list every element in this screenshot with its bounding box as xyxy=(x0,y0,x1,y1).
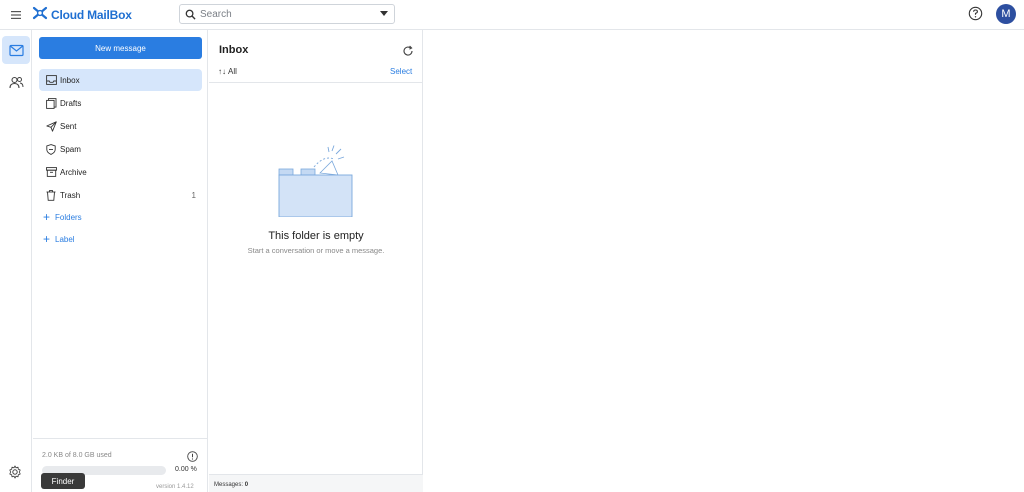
envelope-icon xyxy=(8,44,24,57)
mail-app: Cloud MailBox M New message xyxy=(0,0,1024,492)
add-folder-label: Folders xyxy=(55,212,82,222)
new-message-button[interactable]: New message xyxy=(39,37,202,59)
empty-state-subtitle: Start a conversation or move a message. xyxy=(247,246,385,255)
plus-icon: + xyxy=(43,232,51,246)
add-label-link[interactable]: + Label xyxy=(43,232,75,246)
search-icon xyxy=(185,9,196,20)
divider xyxy=(209,82,423,83)
version-text: version 1.4.12 xyxy=(156,484,194,490)
folder-sidebar: New message Inbox Drafts Sent Spam Archi… xyxy=(33,30,208,492)
folder-count: 1 xyxy=(191,190,196,200)
archive-icon xyxy=(45,166,57,178)
list-title: Inbox xyxy=(219,44,249,56)
drafts-icon xyxy=(45,97,57,109)
folder-drafts[interactable]: Drafts xyxy=(39,92,202,114)
sort-filter[interactable]: ↑↓ All xyxy=(218,67,237,76)
add-folder-link[interactable]: + Folders xyxy=(43,210,82,224)
folder-label: Drafts xyxy=(60,98,82,108)
avatar[interactable]: M xyxy=(996,4,1016,24)
help-icon[interactable] xyxy=(968,6,983,21)
empty-folder-illustration xyxy=(278,145,354,218)
brand-name: Cloud MailBox xyxy=(51,8,132,22)
filter-label: All xyxy=(228,67,237,76)
messages-count: Messages: 0 xyxy=(214,482,248,488)
search-input[interactable] xyxy=(200,8,370,20)
message-list-pane: Inbox ↑↓ All Select This folder is empty… xyxy=(209,30,423,492)
list-footer: Messages: 0 xyxy=(209,474,423,492)
folder-label: Trash xyxy=(60,190,81,200)
logo-icon xyxy=(32,5,48,26)
add-label-label: Label xyxy=(55,234,75,244)
rail-mail-button[interactable] xyxy=(2,36,30,64)
folder-trash[interactable]: Trash 1 xyxy=(39,184,202,206)
menu-icon[interactable] xyxy=(9,8,23,22)
folder-label: Sent xyxy=(60,121,77,131)
gear-icon[interactable] xyxy=(8,465,22,479)
folder-sent[interactable]: Sent xyxy=(39,115,202,137)
folder-label: Spam xyxy=(60,144,81,154)
folder-archive[interactable]: Archive xyxy=(39,161,202,183)
info-icon[interactable] xyxy=(187,449,198,462)
send-icon xyxy=(45,120,57,132)
storage-used-text: 2.0 KB of 8.0 GB used xyxy=(42,452,112,459)
search-box[interactable] xyxy=(179,4,395,24)
folder-label: Archive xyxy=(60,167,87,177)
trash-icon xyxy=(45,189,57,201)
folder-inbox[interactable]: Inbox xyxy=(39,69,202,91)
empty-state-title: This folder is empty xyxy=(268,230,364,242)
brand-logo[interactable]: Cloud MailBox xyxy=(32,5,132,25)
reading-pane xyxy=(424,30,1024,492)
people-icon xyxy=(8,76,24,89)
select-link[interactable]: Select xyxy=(390,67,412,76)
plus-icon: + xyxy=(43,210,51,224)
rail-contacts-button[interactable] xyxy=(2,68,30,96)
sort-icon: ↑↓ xyxy=(218,67,226,76)
tooltip: Finder xyxy=(41,473,85,489)
top-bar: Cloud MailBox M xyxy=(0,0,1024,30)
inbox-icon xyxy=(45,74,57,86)
app-rail xyxy=(0,30,32,492)
messages-label: Messages: xyxy=(214,482,244,488)
messages-count-value: 0 xyxy=(244,482,249,488)
folder-label: Inbox xyxy=(60,75,80,85)
storage-percent: 0.00 % xyxy=(175,466,197,473)
chevron-down-icon[interactable] xyxy=(380,11,388,16)
refresh-icon[interactable] xyxy=(402,44,414,56)
folder-spam[interactable]: Spam xyxy=(39,138,202,160)
shield-icon xyxy=(45,143,57,155)
